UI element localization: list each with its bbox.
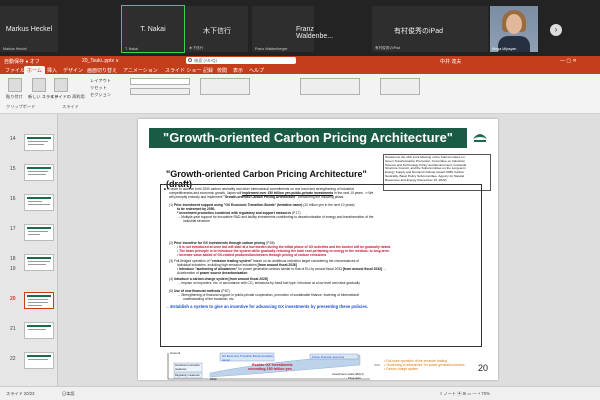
participant-name: 木下信行 xyxy=(203,28,231,35)
diagram-scale-label: Investment scale (BAU) xyxy=(332,372,364,376)
pillar-4-line: → Impose on importers, etc. in accordanc… xyxy=(177,281,360,285)
pillar-1-line: industrial structure xyxy=(183,219,210,223)
autosave-toggle[interactable]: 自動保存 ● オフ xyxy=(4,58,40,65)
paste-button[interactable]: 貼り付け xyxy=(6,94,23,100)
participant-subname: T. Nakai xyxy=(125,47,138,51)
participant-tile[interactable]: 有村俊秀のiPad 有村俊秀のiPad xyxy=(372,6,488,52)
window-controls-icon[interactable]: — ▢ ✕ xyxy=(560,58,577,64)
thumbnail-number: 15 xyxy=(10,166,16,172)
new-slide-icon[interactable] xyxy=(32,78,46,92)
slide-thumbnail[interactable] xyxy=(24,254,54,271)
slide-thumbnail-selected[interactable] xyxy=(24,292,54,309)
reuse-slide-button[interactable]: スライドの 再利用 xyxy=(50,94,85,100)
diagram-year-label: 2022 xyxy=(210,377,217,380)
thumbnail-number: 17 xyxy=(10,226,16,232)
font-name-dropdown[interactable] xyxy=(130,78,190,85)
participant-subname: Markus Heckel xyxy=(3,47,27,51)
thumbnail-number: 18 xyxy=(10,256,16,262)
group-slides-label: スライド xyxy=(62,104,79,109)
investment-diagram[interactable]: Amount GX Economic Transition Bonds (ten… xyxy=(160,351,490,380)
slide-page-number: 20 xyxy=(478,363,489,373)
slide-thumbnail[interactable] xyxy=(24,194,54,211)
slide-thumbnail-pane: 14 15 16 17 18 19 20 21 22 xyxy=(0,114,58,386)
thumbnail-number: 22 xyxy=(10,356,16,362)
participant-subname: Franz Waldenberger xyxy=(255,47,288,51)
file-name[interactable]: 20_Tsuki..pptx ∨ xyxy=(82,58,119,64)
thumbnail-number: 14 xyxy=(10,136,16,142)
section-button[interactable]: セクション xyxy=(90,92,111,98)
participant-subname: 木下信行 xyxy=(189,46,204,50)
diagram-bonds-box: GX Economic Transition Bonds (tentative … xyxy=(222,354,273,362)
diagram-amount-label: Amount xyxy=(170,351,181,355)
layout-button[interactable]: レイアウト xyxy=(90,78,111,84)
pillar-2-line: • Increase value added of GX-related pro… xyxy=(177,253,327,257)
participant-tile[interactable]: Franz Waldenbe... Franz Waldenberger xyxy=(252,6,333,52)
participant-tile[interactable]: 木下信行 木下信行 xyxy=(186,6,248,52)
diagram-legend-item: • Carbon charge system xyxy=(384,367,419,371)
thumbnail-number: 19 xyxy=(10,266,16,272)
slide-thumbnail[interactable] xyxy=(24,134,54,151)
ministry-logo-icon xyxy=(473,134,487,142)
participant-subname: 有村俊秀のiPad xyxy=(375,46,401,50)
ribbon-tabs: ファイル ホーム 挿入 デザイン 画面切り替え アニメーション スライド ショー… xyxy=(0,65,600,75)
participant-video[interactable]: Kinga Mijosyan xyxy=(490,6,538,52)
slide-thumbnail[interactable] xyxy=(24,352,54,369)
next-participants-button[interactable]: › xyxy=(550,24,562,36)
diagram-regulatory-box: Regulatory measures xyxy=(175,374,200,377)
user-name[interactable]: 中井 達夫 xyxy=(440,58,461,65)
powerpoint-title-bar: 自動保存 ● オフ 20_Tsuki..pptx ∨ 中井 達夫 — ▢ ✕ xyxy=(0,56,600,65)
pillar-3-line: Acceleration of power source decarboniza… xyxy=(177,271,248,275)
slide-counter: スライド 20/23 xyxy=(6,391,35,396)
slide-thumbnail[interactable] xyxy=(24,322,54,339)
slide-canvas[interactable]: "Growth-oriented Carbon Pricing Architec… xyxy=(138,119,498,380)
editing-toolbar[interactable] xyxy=(380,78,420,95)
slide-content-box[interactable]: ■ In order to achieve both 2050 carbon n… xyxy=(160,184,482,347)
closing-statement: → Establish a system to give an incentiv… xyxy=(165,304,369,309)
thumbnail-number: 21 xyxy=(10,326,16,332)
search-input[interactable]: 検索 (Alt+Q) xyxy=(186,57,296,64)
status-bar: スライド 20/23 日本語 ≡ ノート ▣ ⊞ ▭ — + 70% xyxy=(0,386,600,400)
participant-subname: Kinga Mijosyan xyxy=(492,47,517,51)
ribbon: 貼り付け 新しい スライド スライドの 再利用 レイアウト リセット セクション… xyxy=(0,74,600,114)
participant-name: Markus Heckel xyxy=(5,26,53,33)
diagram-future-resources-box: Future financial resources xyxy=(312,355,345,359)
intro-line: will promptly embody and implement "Grow… xyxy=(169,195,345,199)
language-indicator[interactable]: 日本語 xyxy=(62,391,75,397)
reuse-slide-icon[interactable] xyxy=(54,78,68,92)
view-zoom-controls[interactable]: ≡ ノート ▣ ⊞ ▭ — + 70% xyxy=(440,391,490,397)
participant-tile[interactable]: Markus Heckel Markus Heckel xyxy=(0,6,58,52)
diagram-150-trillion-text: exceeding 150 trillion yen xyxy=(248,367,292,371)
diagram-investment-promotion-box: Investment promotion measures xyxy=(175,364,200,371)
slide-thumbnail[interactable] xyxy=(24,224,54,241)
participant-name: Franz Waldenbe... xyxy=(296,26,334,40)
paragraph-toolbar[interactable] xyxy=(200,78,250,95)
diagram-time-axis-label: Time axis xyxy=(348,376,361,380)
thumbnail-number-selected: 20 xyxy=(10,296,16,302)
paste-icon[interactable] xyxy=(8,78,22,92)
group-clipboard-label: クリップボード xyxy=(6,104,36,109)
source-note-line: Resources and Energy (December 15, 2022) xyxy=(385,177,447,182)
participant-name: T. Nakai xyxy=(140,26,166,33)
slide-title-banner[interactable]: "Growth-oriented Carbon Pricing Architec… xyxy=(149,128,467,165)
participant-name: 有村俊秀のiPad xyxy=(394,28,444,35)
pillar-5-line: understanding of the transition, etc. xyxy=(183,297,235,301)
search-icon xyxy=(188,58,192,62)
reset-button[interactable]: リセット xyxy=(90,85,107,91)
participant-tile-active-speaker[interactable]: T. Nakai T. Nakai xyxy=(121,5,185,53)
thumbnail-number: 16 xyxy=(10,196,16,202)
font-format-toolbar[interactable] xyxy=(130,88,190,95)
person-face xyxy=(506,14,522,34)
slide-thumbnail[interactable] xyxy=(24,164,54,181)
drawing-toolbar[interactable] xyxy=(300,78,360,95)
participant-strip: Markus Heckel Markus Heckel T. Nakai T. … xyxy=(0,0,600,56)
